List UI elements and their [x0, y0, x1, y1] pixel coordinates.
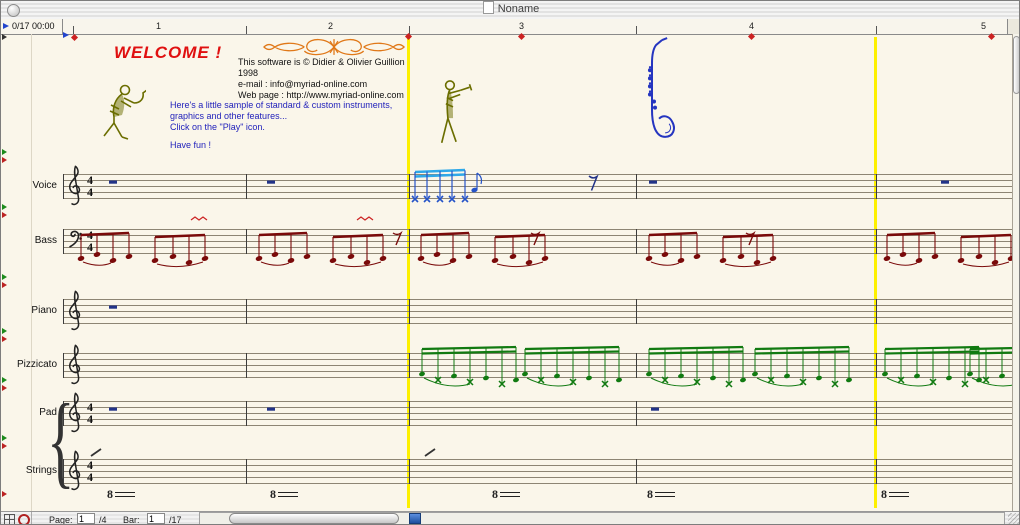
ruler-tick — [246, 26, 247, 34]
bar-number-4: 4 — [749, 21, 755, 31]
track-mute-marker[interactable] — [2, 282, 10, 288]
sidebar-divider — [31, 34, 32, 511]
scroll-position-marker[interactable] — [409, 513, 421, 524]
info-line: Click on the "Play" icon. — [170, 122, 265, 132]
bass-notes-layer[interactable] — [63, 214, 1016, 274]
info-line: Here's a little sample of standard & cus… — [170, 100, 393, 110]
stave-label-pizzicato[interactable]: Pizzicato — [5, 359, 57, 370]
grid-icon[interactable] — [4, 514, 15, 524]
ottava-mark: 8 — [107, 487, 135, 502]
track-mute-marker[interactable] — [2, 491, 10, 497]
bar-total: /17 — [169, 515, 182, 525]
stave-label-voice[interactable]: Voice — [5, 180, 57, 191]
ruler-tick — [876, 26, 877, 34]
target-icon[interactable] — [18, 514, 30, 524]
track-mute-marker[interactable] — [2, 385, 10, 391]
stave-label-bass[interactable]: Bass — [5, 235, 57, 246]
ottava-mark: 8 — [647, 487, 675, 502]
bar-number-2: 2 — [328, 21, 334, 31]
track-mute-marker[interactable] — [2, 212, 10, 218]
stave-label-piano[interactable]: Piano — [5, 305, 57, 316]
bar-ruler[interactable] — [1, 19, 1019, 35]
credit-line: 1998 — [238, 68, 259, 78]
info-line: Have fun ! — [170, 140, 212, 150]
track-play-marker[interactable] — [2, 435, 10, 441]
horn-player-image — [103, 84, 146, 140]
horizontal-scrollbar-thumb[interactable] — [229, 513, 399, 524]
track-play-marker[interactable] — [2, 274, 10, 280]
bar-number-5: 5 — [981, 21, 987, 31]
track-mute-marker[interactable] — [2, 336, 10, 342]
credit-email: e-mail : info@myriad-online.com — [238, 79, 368, 89]
bar-label: Bar: — [123, 515, 140, 525]
strings-notes-layer[interactable] — [63, 444, 1016, 504]
stave-label-strings[interactable]: Strings — [5, 465, 57, 476]
title-bar[interactable]: Noname — [1, 1, 1019, 20]
window-title: Noname — [497, 3, 540, 15]
bar-marker-icon — [70, 33, 79, 42]
info-line: graphics and other features... — [170, 111, 288, 121]
track-mute-marker[interactable] — [2, 443, 10, 449]
resize-grip[interactable] — [1008, 513, 1019, 524]
page-total: /4 — [99, 515, 107, 525]
bar-number-1: 1 — [156, 21, 162, 31]
window-title-row: Noname — [1, 1, 1019, 18]
credit-webpage: Web page : http://www.myriad-online.com — [238, 90, 404, 100]
track-play-marker[interactable] — [2, 204, 10, 210]
piano-notes-layer[interactable] — [63, 284, 1016, 344]
expand-icon[interactable] — [2, 34, 10, 40]
welcome-headline: WELCOME ! — [114, 43, 223, 62]
saxophone-image — [647, 37, 675, 138]
credit-line: This software is © Didier & Olivier Guil… — [238, 57, 405, 67]
document-icon — [482, 1, 494, 14]
trumpet-player-image — [440, 80, 473, 144]
close-button[interactable] — [7, 4, 20, 17]
bar-input[interactable] — [147, 513, 165, 524]
track-play-marker[interactable] — [2, 149, 10, 155]
pad-notes-layer[interactable] — [63, 386, 1016, 446]
voice-notes-layer[interactable] — [63, 159, 1016, 219]
ottava-mark: 8 — [492, 487, 520, 502]
track-play-marker[interactable] — [2, 328, 10, 334]
track-mute-marker[interactable] — [2, 157, 10, 163]
vertical-scrollbar[interactable] — [1012, 34, 1019, 511]
page-label: Page: — [49, 515, 73, 525]
ottava-mark: 8 — [270, 487, 298, 502]
play-icon[interactable] — [3, 23, 12, 29]
ornament-flourish-image — [263, 38, 405, 56]
ottava-mark: 8 — [881, 487, 909, 502]
track-play-marker[interactable] — [2, 377, 10, 383]
bar-number-3: 3 — [519, 21, 525, 31]
page-input[interactable] — [77, 513, 95, 524]
ruler-tick — [636, 26, 637, 34]
statusbar-divider — [31, 512, 32, 524]
ruler-corner-box[interactable] — [1007, 19, 1019, 34]
app-window: Noname 0/17 00:00 1 2 3 4 5 WELCOME ! Th… — [0, 0, 1020, 525]
vertical-scrollbar-thumb[interactable] — [1013, 36, 1019, 94]
